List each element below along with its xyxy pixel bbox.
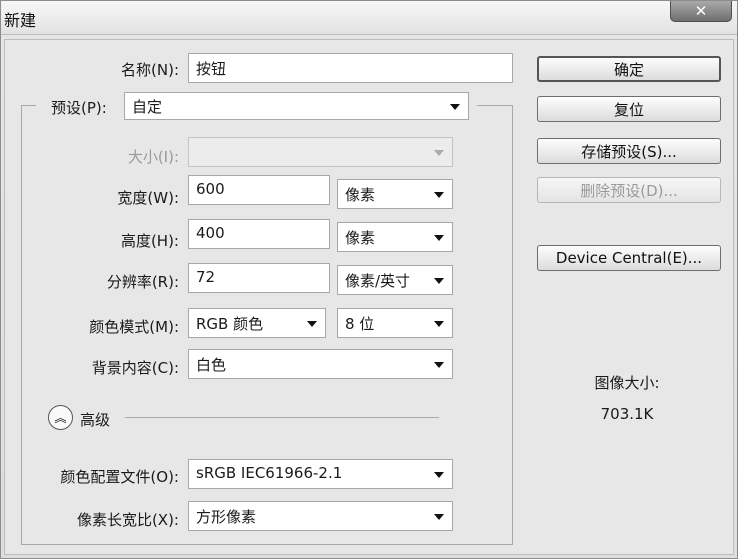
group-frame-left — [21, 105, 22, 545]
delete-preset-label: 删除预设(D)... — [580, 181, 678, 200]
color-profile-select[interactable]: sRGB IEC61966-2.1 — [188, 459, 453, 489]
window-title: 新建 — [4, 11, 37, 30]
ok-button[interactable]: 确定 — [537, 56, 721, 82]
close-icon: ✕ — [694, 2, 708, 20]
width-label: 宽度(W): — [117, 189, 179, 207]
background-select[interactable]: 白色 — [188, 349, 453, 379]
name-input-value: 按钮 — [196, 60, 227, 78]
preset-select[interactable]: 自定 — [124, 92, 469, 120]
chevron-down-icon — [434, 235, 444, 241]
reset-button[interactable]: 复位 — [537, 96, 721, 122]
resolution-unit-select[interactable]: 像素/英寸 — [337, 265, 453, 295]
chevron-down-icon — [434, 150, 444, 156]
color-profile-value: sRGB IEC61966-2.1 — [196, 464, 343, 482]
chevron-down-icon — [434, 321, 444, 327]
advanced-divider — [125, 417, 439, 418]
preset-select-value: 自定 — [132, 98, 163, 116]
group-frame-top-right — [477, 105, 513, 106]
chevron-down-icon — [434, 192, 444, 198]
name-label: 名称(N): — [121, 61, 179, 79]
height-unit-value: 像素 — [345, 229, 376, 247]
title-bar[interactable]: 新建 ✕ — [1, 1, 737, 35]
chevron-down-icon — [307, 321, 317, 327]
save-preset-label: 存储预设(S)... — [581, 142, 677, 161]
chevron-down-icon — [434, 472, 444, 478]
width-input-value: 600 — [196, 180, 225, 198]
background-label: 背景内容(C): — [91, 359, 179, 377]
device-central-button[interactable]: Device Central(E)... — [537, 245, 721, 271]
resolution-input[interactable]: 72 — [188, 263, 330, 293]
height-unit-select[interactable]: 像素 — [337, 222, 453, 252]
resolution-label: 分辨率(R): — [106, 273, 179, 291]
background-value: 白色 — [196, 356, 227, 374]
name-input[interactable]: 按钮 — [188, 53, 513, 83]
new-document-dialog: 新建 ✕ 名称(N): 按钮 预设(P): 自定 大小(I): 宽度(W): 6… — [0, 0, 738, 559]
chevron-down-icon — [450, 104, 460, 110]
save-preset-button[interactable]: 存储预设(S)... — [537, 138, 721, 164]
pixel-aspect-select[interactable]: 方形像素 — [188, 501, 453, 531]
advanced-label: 高级 — [80, 411, 111, 429]
width-unit-value: 像素 — [345, 186, 376, 204]
delete-preset-button[interactable]: 删除预设(D)... — [537, 177, 721, 203]
bit-depth-select[interactable]: 8 位 — [337, 308, 453, 338]
reset-button-label: 复位 — [613, 100, 644, 119]
width-input[interactable]: 600 — [188, 175, 330, 205]
advanced-toggle-button[interactable]: ︽ — [48, 405, 73, 430]
group-frame-right — [512, 105, 513, 545]
size-label: 大小(I): — [127, 148, 179, 166]
double-chevron-up-icon: ︽ — [54, 410, 67, 425]
device-central-label: Device Central(E)... — [555, 249, 703, 267]
height-input[interactable]: 400 — [188, 219, 330, 249]
size-select[interactable] — [188, 137, 453, 167]
preset-label: 预设(P): — [51, 99, 107, 117]
width-unit-select[interactable]: 像素 — [337, 179, 453, 209]
color-mode-select[interactable]: RGB 颜色 — [188, 308, 326, 338]
image-size-value: 703.1K — [600, 405, 654, 423]
color-mode-label: 颜色模式(M): — [89, 318, 179, 336]
height-label: 高度(H): — [120, 232, 179, 250]
resolution-input-value: 72 — [196, 268, 216, 286]
pixel-aspect-value: 方形像素 — [196, 508, 257, 526]
chevron-down-icon — [434, 362, 444, 368]
bit-depth-value: 8 位 — [345, 315, 375, 333]
group-frame-bottom — [21, 544, 513, 545]
height-input-value: 400 — [196, 224, 225, 242]
chevron-down-icon — [434, 278, 444, 284]
ok-button-label: 确定 — [613, 60, 644, 79]
group-frame-top-left — [21, 105, 36, 106]
close-button[interactable]: ✕ — [670, 1, 732, 22]
pixel-aspect-label: 像素长宽比(X): — [76, 511, 179, 529]
color-profile-label: 颜色配置文件(O): — [60, 468, 179, 486]
resolution-unit-value: 像素/英寸 — [345, 272, 411, 290]
image-size-label: 图像大小: — [594, 374, 660, 392]
chevron-down-icon — [434, 514, 444, 520]
color-mode-value: RGB 颜色 — [196, 315, 264, 333]
